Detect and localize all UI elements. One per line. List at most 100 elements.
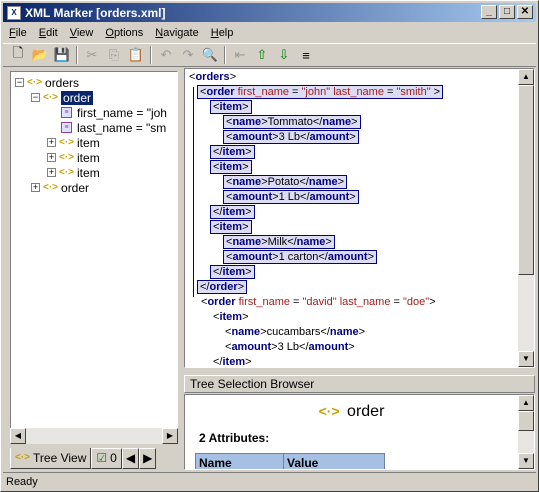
attributes-table-header: Name Value xyxy=(195,453,385,469)
xml-line: < name > cucambars </name > xyxy=(225,325,366,338)
toolbar-separator xyxy=(76,46,78,64)
toolbar: 🗋 📂 💾 ✂ ⎘ 📋 ↶ ↷ 🔍 ⇤ ⇧ ⇩ ≡ xyxy=(3,43,536,67)
element-icon: <·> xyxy=(59,137,75,148)
expand-icon[interactable]: + xyxy=(47,138,56,147)
expand-icon[interactable]: + xyxy=(47,168,56,177)
app-icon: X xyxy=(7,5,21,20)
xml-line: </item> xyxy=(210,144,255,159)
menu-view[interactable]: View xyxy=(64,27,100,39)
xml-vertical-scrollbar[interactable]: ▲ ▼ xyxy=(518,69,534,367)
column-name[interactable]: Name xyxy=(196,454,284,469)
open-folder-icon[interactable]: 📂 xyxy=(29,45,51,65)
scroll-up-icon[interactable]: ▲ xyxy=(518,69,534,85)
checklist-icon: ☑ xyxy=(96,451,108,465)
new-file-icon[interactable]: 🗋 xyxy=(7,45,29,65)
xml-line-selected-order[interactable]: <order first_name = "john" last_name = "… xyxy=(197,84,444,99)
xml-line: </order> xyxy=(197,279,248,294)
status-text: Ready xyxy=(6,475,38,488)
element-icon: <·> xyxy=(59,167,75,178)
find-binoculars-icon[interactable]: 🔍 xyxy=(199,45,221,65)
element-icon: <·> xyxy=(318,403,340,419)
tree-node-order-selected[interactable]: − <·> order xyxy=(31,90,94,105)
scroll-down-icon[interactable]: ▼ xyxy=(518,453,534,469)
tab-scroll-left[interactable]: ◀ xyxy=(121,447,140,469)
attribute-icon: ≡ xyxy=(61,107,72,118)
column-value[interactable]: Value xyxy=(284,454,384,469)
tree-node-attribute[interactable]: ≡ first_name = "joh xyxy=(61,105,167,120)
menu-file[interactable]: File xyxy=(3,27,33,39)
tab-second[interactable]: ☑ 0 xyxy=(91,447,122,469)
tree-node-item[interactable]: + <·> item xyxy=(47,165,100,180)
xml-line[interactable]: < order first_name = "david" last_name = … xyxy=(201,294,436,309)
undo-icon[interactable]: ↶ xyxy=(155,45,177,65)
scroll-thumb[interactable] xyxy=(518,411,534,431)
expand-icon[interactable]: + xyxy=(31,183,40,192)
selected-element-title: <·> order xyxy=(318,403,385,420)
save-icon[interactable]: 💾 xyxy=(51,45,73,65)
element-icon: <·> xyxy=(43,92,59,103)
xml-line: </item> xyxy=(210,264,255,279)
tab-tree-view[interactable]: <·> Tree View xyxy=(10,447,92,469)
element-icon: <·> xyxy=(43,182,59,193)
tree-selection-browser-header: Tree Selection Browser xyxy=(184,375,535,393)
tree-node-item[interactable]: + <·> item xyxy=(47,150,100,165)
title-bar[interactable]: X XML Marker [orders.xml] _ □ ✕ xyxy=(3,3,536,22)
collapse-icon[interactable]: − xyxy=(31,93,40,102)
tree-node-orders[interactable]: − <·> orders xyxy=(15,75,79,90)
xml-line: <item> xyxy=(210,159,252,174)
tree-node-item[interactable]: + <·> item xyxy=(47,135,100,150)
expand-icon[interactable]: + xyxy=(47,153,56,162)
element-icon: <·> xyxy=(27,77,43,88)
toolbar-separator xyxy=(224,46,226,64)
close-button[interactable]: ✕ xyxy=(517,5,533,19)
xml-line: <amount>1 Lb</amount> xyxy=(223,189,359,204)
tab-scroll-right[interactable]: ▶ xyxy=(139,447,157,469)
navigate-first-icon[interactable]: ⇤ xyxy=(229,45,251,65)
attribute-icon: ≡ xyxy=(61,122,72,133)
copy-icon[interactable]: ⎘ xyxy=(103,45,125,65)
menu-help[interactable]: Help xyxy=(205,27,240,39)
menu-edit[interactable]: Edit xyxy=(33,27,64,39)
xml-line: <name>Tommato</name> xyxy=(223,114,361,129)
menu-bar: File Edit View Options Navigate Help xyxy=(3,23,239,42)
list-view-icon[interactable]: ≡ xyxy=(295,45,317,65)
xml-line: <amount>3 Lb</amount> xyxy=(223,129,359,144)
xml-line: < orders > xyxy=(189,70,237,83)
tree-tabs: <·> Tree View ☑ 0 ◀ ▶ xyxy=(10,447,180,469)
navigate-down-icon[interactable]: ⇩ xyxy=(273,45,295,65)
maximize-button[interactable]: □ xyxy=(499,5,515,19)
element-icon: <·> xyxy=(59,152,75,163)
element-icon: <·> xyxy=(15,452,31,463)
selection-bracket xyxy=(193,87,196,297)
window-title: XML Marker [orders.xml] xyxy=(25,5,166,20)
xml-line: <amount>3 Lb</amount> xyxy=(225,340,355,353)
minimize-button[interactable]: _ xyxy=(481,5,497,19)
scroll-up-icon[interactable]: ▲ xyxy=(518,395,534,411)
tree-selection-browser[interactable]: <·> order 2 Attributes: Name Value ▲ ▼ xyxy=(184,394,535,470)
scroll-down-icon[interactable]: ▼ xyxy=(518,351,534,367)
browser-vertical-scrollbar[interactable]: ▲ ▼ xyxy=(518,395,534,469)
navigate-up-icon[interactable]: ⇧ xyxy=(251,45,273,65)
tree-view-pane[interactable]: − <·> orders − <·> order ≡ first_name = … xyxy=(10,71,178,444)
toolbar-separator xyxy=(150,46,152,64)
xml-line: <name>Milk</name> xyxy=(223,234,335,249)
collapse-icon[interactable]: − xyxy=(15,78,24,87)
menu-options[interactable]: Options xyxy=(99,27,149,39)
tree-node-attribute[interactable]: ≡ last_name = "sm xyxy=(61,120,166,135)
xml-line: <amount>1 carton</amount> xyxy=(223,249,378,264)
xml-line: <item> xyxy=(213,310,249,323)
scroll-left-icon[interactable]: ◀ xyxy=(10,428,26,444)
xml-line: </item> xyxy=(213,355,252,368)
xml-line: </item> xyxy=(210,204,255,219)
redo-icon[interactable]: ↷ xyxy=(177,45,199,65)
xml-source-pane[interactable]: < orders > <order first_name = "john" last… xyxy=(184,68,535,368)
app-window: X XML Marker [orders.xml] _ □ ✕ File Edi… xyxy=(0,0,539,492)
scroll-thumb[interactable] xyxy=(518,85,534,275)
tree-horizontal-scrollbar[interactable]: ◀ ▶ xyxy=(10,428,178,444)
menu-navigate[interactable]: Navigate xyxy=(149,27,204,39)
cut-icon[interactable]: ✂ xyxy=(81,45,103,65)
paste-icon[interactable]: 📋 xyxy=(125,45,147,65)
scroll-right-icon[interactable]: ▶ xyxy=(162,428,178,444)
tree-node-order[interactable]: + <·> order xyxy=(31,180,89,195)
xml-line: <item> xyxy=(210,99,252,114)
